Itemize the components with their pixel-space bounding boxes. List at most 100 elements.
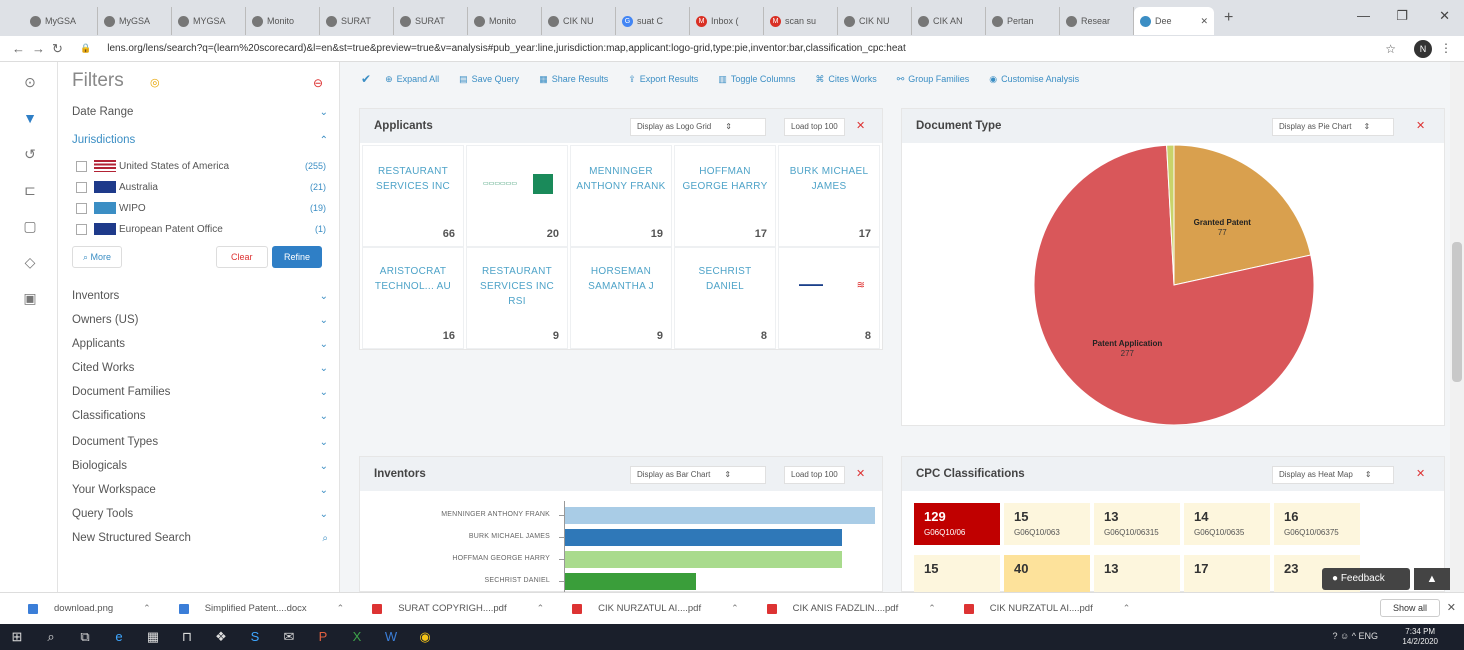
edge-icon[interactable]: e xyxy=(102,624,136,650)
toolbar-item[interactable]: ◉ Customise Analysis xyxy=(989,74,1079,85)
applicant-cell[interactable]: ARISTOCRAT TECHNOL... AU 16 xyxy=(362,247,464,349)
refine-button[interactable]: Refine xyxy=(272,246,323,268)
checkbox[interactable] xyxy=(76,202,87,214)
collapse-icon[interactable]: ⊙ xyxy=(22,74,38,90)
browser-tab[interactable]: CIK NU xyxy=(542,7,616,35)
chevron-up-icon[interactable]: ⌃ xyxy=(337,603,345,614)
download-item[interactable]: CIK NURZATUL AI....pdf ⌃ xyxy=(963,603,1131,614)
close-window-icon[interactable]: ✕ xyxy=(1439,8,1450,24)
chevron-up-icon[interactable]: ⌃ xyxy=(143,603,151,614)
filter-item[interactable]: Query Tools ⌄ xyxy=(72,504,328,524)
close-downloads-icon[interactable]: ✕ xyxy=(1447,601,1456,614)
search-icon[interactable]: ⌕ xyxy=(34,624,68,650)
applicants-display-select[interactable]: Display as Logo Grid ⇕ xyxy=(630,118,766,136)
browser-tab[interactable]: Monito xyxy=(246,7,320,35)
inventors-load-button[interactable]: Load top 100 xyxy=(784,466,845,484)
filter-item[interactable]: Cited Works ⌄ xyxy=(72,358,328,378)
browser-tab[interactable]: Mscan su xyxy=(764,7,838,35)
chrome-icon[interactable]: ◉ xyxy=(408,624,442,650)
skype-icon[interactable]: S xyxy=(238,624,272,650)
download-item[interactable]: CIK NURZATUL AI....pdf ⌃ xyxy=(572,603,739,614)
filter-item[interactable]: Classifications ⌄ xyxy=(72,406,328,426)
clock[interactable]: 7:34 PM 14/2/2020 xyxy=(1402,627,1438,647)
people-icon[interactable]: ☺ xyxy=(1340,631,1349,641)
more-button[interactable]: ⌕ More xyxy=(72,246,123,268)
browser-tab[interactable]: MYGSA xyxy=(172,7,246,35)
browser-tab[interactable]: MyGSA xyxy=(98,7,172,35)
browser-menu-icon[interactable]: ⋮ xyxy=(1440,41,1452,55)
applicant-cell[interactable]: HOFFMAN GEORGE HARRY 17 xyxy=(674,145,776,247)
filter-item[interactable]: Document Types ⌄ xyxy=(72,432,328,452)
profile-avatar[interactable]: N xyxy=(1414,40,1432,58)
close-icon[interactable]: ✕ xyxy=(856,467,865,480)
back-icon[interactable]: ← xyxy=(12,41,32,56)
lightbulb-icon[interactable]: ◎ xyxy=(150,76,160,89)
heat-cell[interactable]: 16 G06Q10/06375 xyxy=(1274,503,1360,545)
browser-tab[interactable]: Gsuat C xyxy=(616,7,690,35)
filter-item[interactable]: Owners (US) ⌄ xyxy=(72,310,328,330)
clear-button[interactable]: Clear xyxy=(216,246,268,268)
filter-item[interactable]: Biologicals ⌄ xyxy=(72,456,328,476)
applicants-load-button[interactable]: Load top 100 xyxy=(784,118,845,136)
toolbar-item[interactable]: ▥ Toggle Columns xyxy=(718,74,795,85)
heat-cell[interactable]: 129 G06Q10/06 xyxy=(914,503,1000,545)
check-icon[interactable]: ✔ xyxy=(361,72,371,86)
heat-cell[interactable]: 40 xyxy=(1004,555,1090,597)
toolbar-item[interactable]: ▤ Save Query xyxy=(459,74,519,85)
inventors-display-select[interactable]: Display as Bar Chart ⇕ xyxy=(630,466,766,484)
applicant-cell[interactable]: BURK MICHAEL JAMES 17 xyxy=(778,145,880,247)
heat-cell[interactable]: 15 G06Q10/063 xyxy=(1004,503,1090,545)
download-item[interactable]: download.png ⌃ xyxy=(28,603,151,614)
clear-filters-icon[interactable]: ⊖ xyxy=(313,76,323,90)
filter-item[interactable]: Document Families ⌄ xyxy=(72,382,328,402)
checkbox[interactable] xyxy=(76,160,87,172)
browser-tab[interactable]: SURAT xyxy=(394,7,468,35)
comment-icon[interactable]: ▢ xyxy=(22,218,38,234)
tag-icon[interactable]: ◇ xyxy=(22,254,38,270)
heat-cell[interactable]: 15 xyxy=(914,555,1000,597)
calendar-icon[interactable]: ▣ xyxy=(22,290,38,306)
browser-tab[interactable]: Resear xyxy=(1060,7,1134,35)
word-icon[interactable]: W xyxy=(374,624,408,650)
filter-item[interactable]: Date Range ⌄ xyxy=(72,102,328,122)
applicant-cell[interactable]: MENNINGER ANTHONY FRANK 19 xyxy=(570,145,672,247)
cpc-display-select[interactable]: Display as Heat Map ⇕ xyxy=(1272,466,1394,484)
forward-icon[interactable]: → xyxy=(32,41,52,56)
jurisdiction-row[interactable]: WIPO (19) xyxy=(76,199,326,217)
heat-cell[interactable]: 13 xyxy=(1094,555,1180,597)
applicant-cell[interactable]: ▭▭▭▭▭▭ 20 xyxy=(466,145,568,247)
browser-tab[interactable]: Monito xyxy=(468,7,542,35)
filter-item[interactable]: New Structured Search ⌕ xyxy=(72,528,328,548)
toolbar-item[interactable]: ⚯ Group Families xyxy=(897,74,970,85)
checkbox[interactable] xyxy=(76,181,87,193)
checkbox[interactable] xyxy=(76,223,87,235)
close-icon[interactable]: ✕ xyxy=(856,119,865,132)
jurisdiction-row[interactable]: European Patent Office (1) xyxy=(76,220,326,238)
toolbar-item[interactable]: ⇪ Export Results xyxy=(628,74,698,85)
new-tab-icon[interactable]: + xyxy=(1224,9,1233,27)
page-scrollbar[interactable] xyxy=(1450,62,1464,592)
document-type-display-select[interactable]: Display as Pie Chart ⇕ xyxy=(1272,118,1394,136)
chevron-up-icon[interactable]: ⌃ xyxy=(1123,603,1131,614)
jurisdiction-row[interactable]: United States of America (255) xyxy=(76,157,326,175)
toolbar-item[interactable]: ⊕ Expand All xyxy=(385,74,439,85)
browser-tab[interactable]: CIK AN xyxy=(912,7,986,35)
minimize-icon[interactable]: — xyxy=(1357,8,1370,23)
browser-tab[interactable]: MyGSA xyxy=(24,7,98,35)
browser-tab[interactable]: Dee ✕ xyxy=(1134,7,1214,35)
browser-tab[interactable]: SURAT xyxy=(320,7,394,35)
applicant-cell[interactable]: SECHRIST DANIEL 8 xyxy=(674,247,776,349)
windows-start-icon[interactable]: ⊞ xyxy=(0,624,34,650)
scroll-top-button[interactable]: ▲ xyxy=(1414,568,1450,590)
maximize-icon[interactable]: ❐ xyxy=(1396,8,1408,24)
history-icon[interactable]: ↺ xyxy=(22,146,38,162)
chevron-up-icon[interactable]: ⌃ xyxy=(731,603,739,614)
chevron-up-icon[interactable]: ⌃ xyxy=(537,603,545,614)
store-icon[interactable]: ⊓ xyxy=(170,624,204,650)
feedback-button[interactable]: ● Feedback xyxy=(1322,568,1410,590)
heat-cell[interactable]: 14 G06Q10/0635 xyxy=(1184,503,1270,545)
url-input[interactable]: lens.org/lens/search?q=(learn%20scorecar… xyxy=(107,43,1397,54)
folder-icon[interactable]: ⊏ xyxy=(22,182,38,198)
close-tab-icon[interactable]: ✕ xyxy=(1200,16,1208,27)
applicant-cell[interactable]: ▬▬▬▬ ≋ 8 xyxy=(778,247,880,349)
